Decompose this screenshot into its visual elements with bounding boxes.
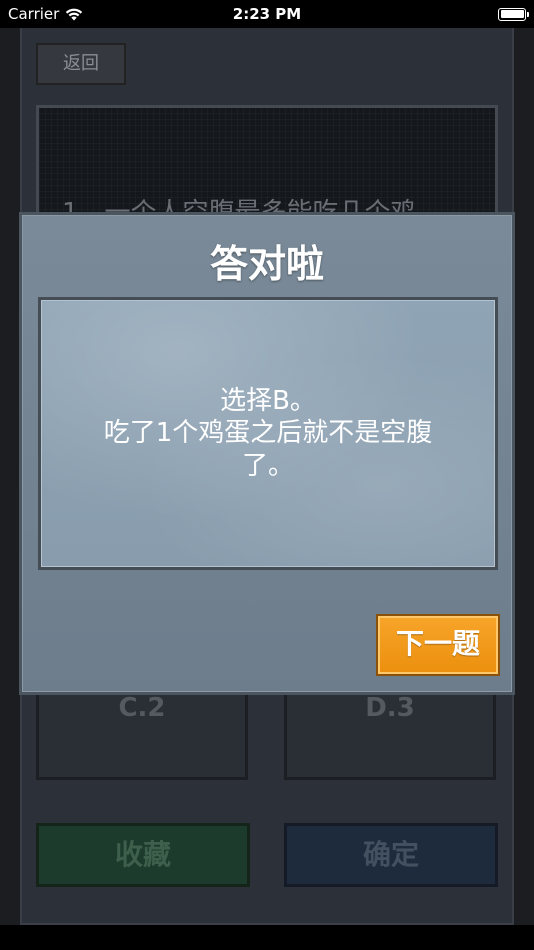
dialog-message-line: 吃了1个鸡蛋之后就不是空腹 (103, 418, 433, 449)
favorite-button[interactable]: 收藏 (36, 823, 250, 887)
confirm-button[interactable]: 确定 (284, 823, 498, 887)
battery-level (500, 10, 524, 18)
dialog-title: 答对啦 (209, 242, 324, 286)
option-d-button[interactable]: D.3 (284, 688, 496, 780)
wifi-icon (66, 8, 83, 21)
carrier-label: Carrier (8, 5, 60, 23)
result-dialog: 答对啦 选择B。 吃了1个鸡蛋之后就不是空腹 了。 下一题 (19, 212, 515, 695)
dialog-message-box: 选择B。 吃了1个鸡蛋之后就不是空腹 了。 (38, 297, 498, 570)
battery-icon (498, 7, 529, 21)
dialog-message: 选择B。 吃了1个鸡蛋之后就不是空腹 了。 (80, 385, 457, 483)
status-bar: Carrier 2:23 PM (0, 0, 534, 28)
option-d-label: D.3 (365, 693, 415, 723)
dialog-message-line: 选择B。 (220, 385, 316, 416)
dialog-message-line: 了。 (241, 450, 294, 481)
option-c-label: C.2 (118, 693, 166, 723)
option-c-button[interactable]: C.2 (36, 688, 248, 780)
status-left: Carrier (8, 5, 83, 23)
bottom-bar (0, 925, 534, 950)
back-button[interactable]: 返回 (36, 43, 126, 85)
next-question-button[interactable]: 下一题 (376, 614, 500, 676)
